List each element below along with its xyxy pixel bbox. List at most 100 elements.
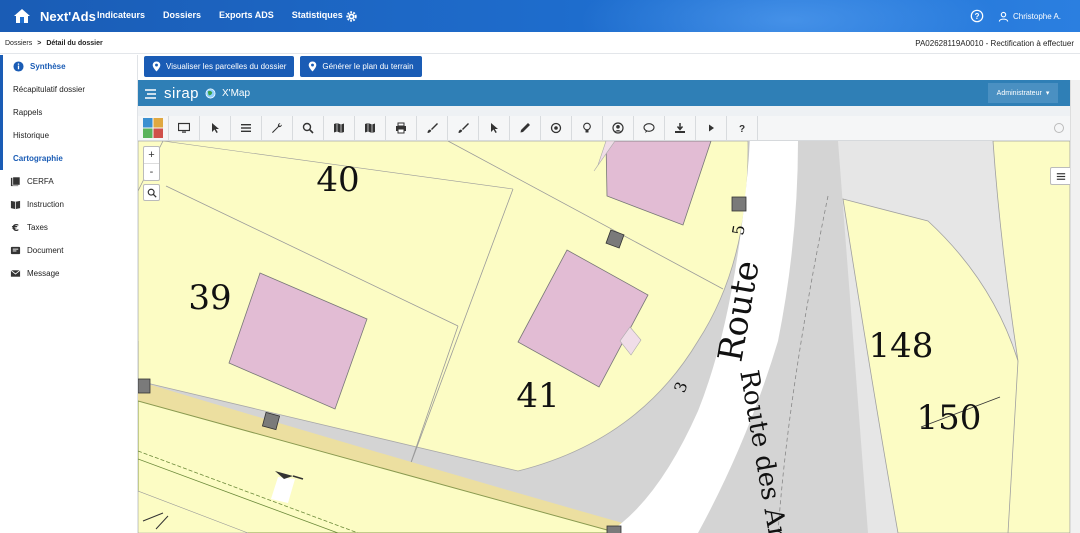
layers-grid-button[interactable] [138,116,169,140]
target-icon [550,122,562,134]
breadcrumb-dossiers[interactable]: Dossiers [5,40,32,47]
sidebar-item-instruction[interactable]: Instruction [0,193,137,216]
cursor-icon [491,123,498,133]
help-tool-button[interactable]: ? [727,116,758,140]
map-icon [334,123,344,133]
admin-label: Administrateur [996,89,1042,97]
cursor-icon [212,123,219,133]
button-label: Générer le plan du terrain [322,62,414,71]
page-scrollbar[interactable] [1070,80,1080,533]
search-icon [302,122,314,134]
sirap-logo-icon [145,88,156,99]
boundary-marker [261,411,281,431]
download-icon [675,123,685,133]
parcel-number-40: 40 [316,160,359,200]
map-layers-menu-button[interactable] [1050,167,1070,185]
comment-button[interactable] [634,116,665,140]
monitor-button[interactable] [169,116,200,140]
boundary-marker [731,196,747,212]
print-icon [396,122,406,134]
menu-button[interactable] [231,116,262,140]
search-tool-button[interactable] [293,116,324,140]
zoom-control: + - [143,146,160,181]
pencil-icon [520,123,530,133]
info-icon [13,61,24,72]
globe-icon [205,88,216,99]
tools-button[interactable] [262,116,293,140]
home-icon [14,9,30,23]
svg-text:€: € [11,223,19,233]
sidebar-item-historique[interactable]: Historique [3,124,137,147]
map-icon [365,123,375,133]
generer-plan-button[interactable]: Générer le plan du terrain [300,56,422,77]
xmap-title: X'Map [222,88,251,99]
nav-exports-ads[interactable]: Exports ADS [219,10,274,20]
lightbulb-button[interactable] [572,116,603,140]
select-button[interactable] [200,116,231,140]
nav-dossiers[interactable]: Dossiers [163,10,201,20]
toolbar-collapse-icon[interactable] [1054,123,1064,133]
pencil-button[interactable] [510,116,541,140]
sidebar-item-recapitulatif[interactable]: Récapitulatif dossier [3,78,137,101]
play-button[interactable] [696,116,727,140]
map-button-2[interactable] [355,116,386,140]
breadcrumb: Dossiers > Détail du dossier [5,40,103,47]
envelope-icon [10,269,21,277]
cadastral-map[interactable]: 40 39 41 148 150 Route Route des Ar 5 3 … [138,141,1070,533]
nav-indicateurs[interactable]: Indicateurs [97,10,145,20]
download-button[interactable] [665,116,696,140]
brand-name: Next'Ads [40,8,96,24]
zoom-out-button[interactable]: - [144,164,159,181]
sidebar-item-taxes[interactable]: € Taxes [0,216,137,239]
brush-button[interactable] [417,116,448,140]
navbar-glow [580,0,1000,32]
brand[interactable]: Next'Ads [12,6,96,26]
sidebar-item-rappels[interactable]: Rappels [3,101,137,124]
menu-icon [241,124,251,132]
user-circle-icon [612,122,624,134]
parcel-number-41: 41 [516,376,559,416]
breadcrumb-current: Détail du dossier [46,40,103,47]
sidebar-item-label: Message [27,269,60,278]
map-toolbar: ? [138,116,1070,141]
boundary-marker [138,378,151,394]
user-menu[interactable]: Christophe A. [998,11,1061,22]
admin-dropdown[interactable]: Administrateur ▾ [988,83,1058,103]
svg-text:?: ? [739,124,745,134]
sidebar-item-cerfa[interactable]: CERFA [0,170,137,193]
sidebar-item-cartographie[interactable]: Cartographie [3,147,137,170]
forms-icon [10,176,21,187]
sidebar-item-label: Instruction [27,200,64,209]
monitor-icon [178,122,190,133]
question-icon: ? [739,124,745,134]
zoom-in-button[interactable]: + [144,147,159,164]
help-icon[interactable]: ? [970,9,984,23]
target-button[interactable] [541,116,572,140]
brush-button-2[interactable] [448,116,479,140]
gear-icon[interactable] [345,10,358,23]
sidebar-synthese-group: Synthèse Récapitulatif dossier Rappels H… [0,55,137,170]
search-icon [147,188,157,198]
pointer-button[interactable] [479,116,510,140]
sidebar-item-label: Historique [13,131,50,140]
nav-statistiques[interactable]: Statistiques [292,10,343,20]
map-search-button[interactable] [143,184,160,201]
sidebar-item-document[interactable]: Document [0,239,137,262]
map-pin-icon [152,61,161,72]
sidebar-item-synthese[interactable]: Synthèse [3,55,137,78]
caret-down-icon: ▾ [1045,90,1050,97]
map-button[interactable] [324,116,355,140]
main-nav: Indicateurs Dossiers Exports ADS Statist… [97,10,343,20]
sidebar-item-label: Rappels [13,108,43,117]
sirap-logo: sirap [164,85,200,102]
sidebar-item-message[interactable]: Message [0,262,137,285]
parcel-number-148: 148 [869,326,934,366]
boundary-marker [606,525,622,533]
map-canvas: 40 39 41 148 150 Route Route des Ar 5 3 [138,141,1070,533]
menu-icon [1056,172,1066,180]
print-button[interactable] [386,116,417,140]
visualiser-parcelles-button[interactable]: Visualiser les parcelles du dossier [144,56,295,77]
sidebar-item-label: Récapitulatif dossier [13,85,86,94]
sidebar-item-label: CERFA [27,177,54,186]
user-circle-button[interactable] [603,116,634,140]
